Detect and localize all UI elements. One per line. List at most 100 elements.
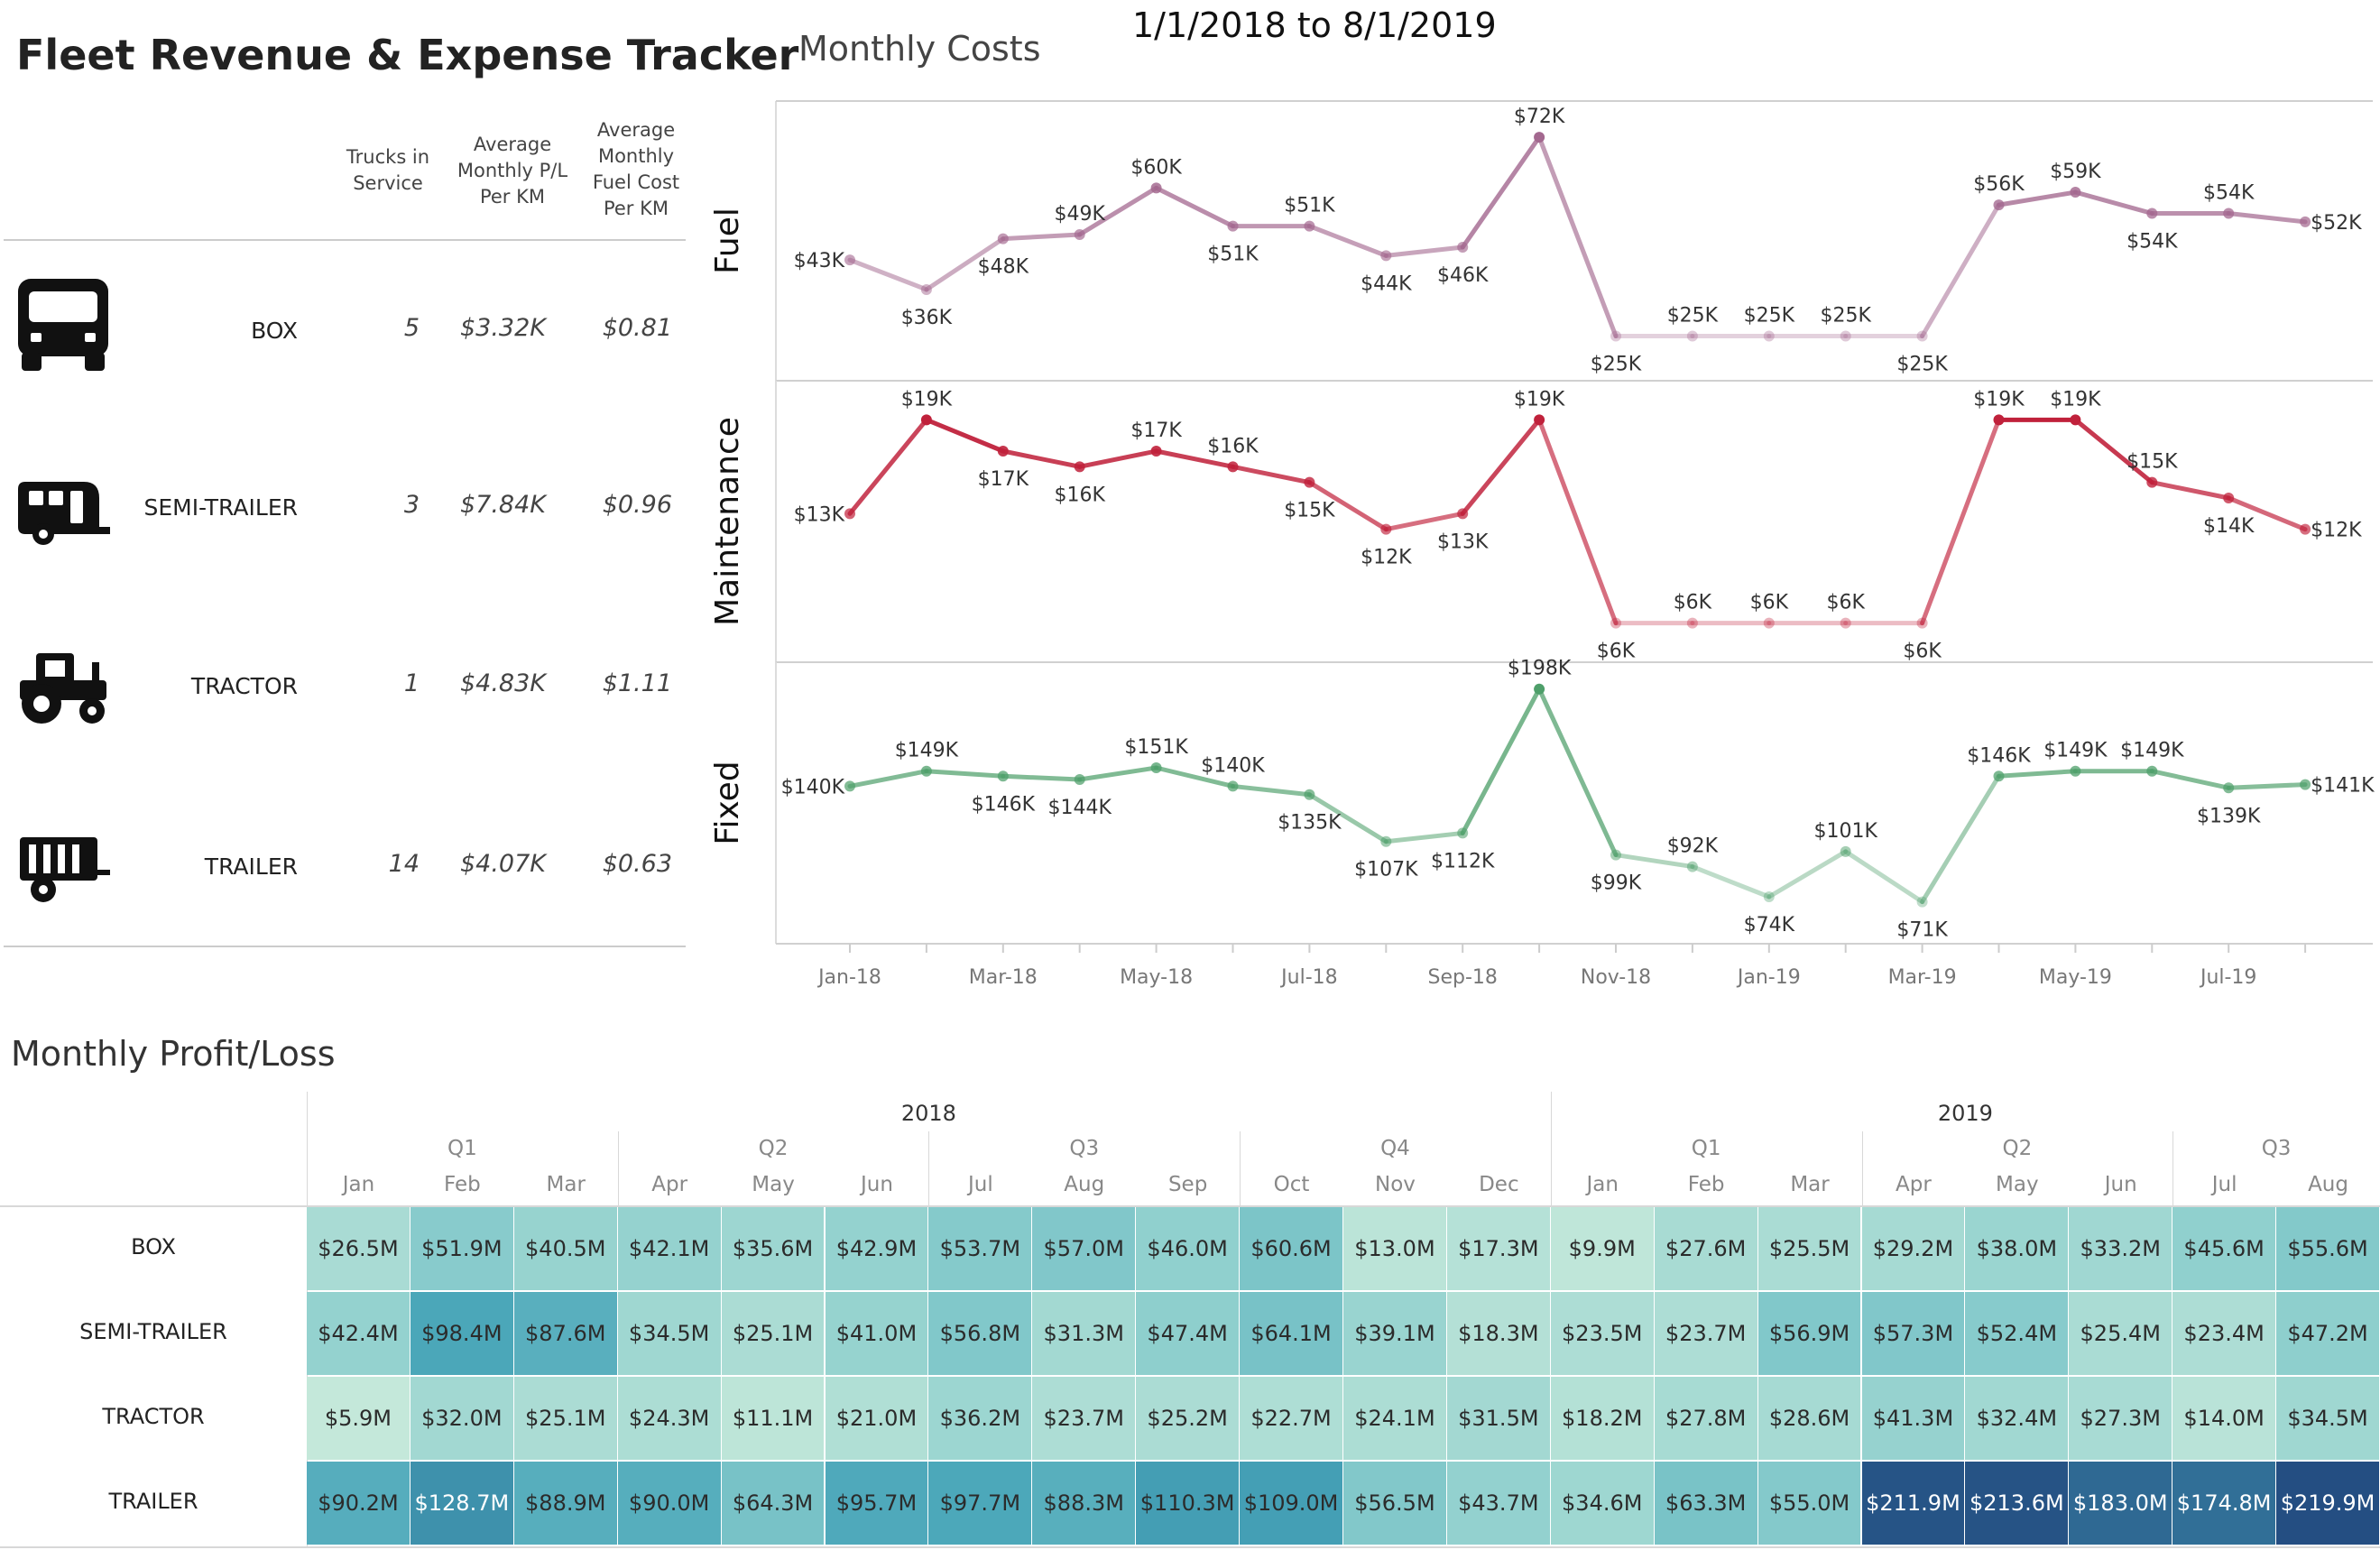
heatmap-row-label: SEMI-TRAILER (79, 1319, 227, 1344)
heatmap-cell[interactable]: $39.1M (1343, 1292, 1446, 1375)
heatmap-cell[interactable]: $25.2M (1136, 1377, 1240, 1460)
fleet-row[interactable]: TRACTOR 1 $4.83K $1.11 (0, 632, 686, 740)
fleet-row[interactable]: TRAILER 14 $4.07K $0.63 (0, 812, 686, 920)
heatmap-cell[interactable]: $42.4M (307, 1292, 410, 1375)
heatmap-cell[interactable]: $90.0M (617, 1462, 721, 1545)
data-point (1534, 683, 1545, 695)
heatmap-cell[interactable]: $52.4M (1965, 1292, 2069, 1375)
heatmap-cell[interactable]: $32.0M (410, 1377, 513, 1460)
data-label: $25K (1591, 354, 1642, 376)
heatmap-cell[interactable]: $35.6M (721, 1207, 825, 1290)
heatmap-cell[interactable]: $42.9M (825, 1207, 928, 1290)
heatmap-cell[interactable]: $23.4M (2172, 1292, 2276, 1375)
heatmap-cell[interactable]: $55.6M (2276, 1207, 2379, 1290)
heatmap-cell[interactable]: $34.5M (617, 1292, 721, 1375)
heatmap-cell[interactable]: $22.7M (1240, 1377, 1342, 1460)
heatmap-cell[interactable]: $28.6M (1757, 1377, 1861, 1460)
heatmap-cell[interactable]: $88.3M (1032, 1462, 1136, 1545)
heatmap-cell[interactable]: $23.7M (1032, 1377, 1136, 1460)
heatmap-cell[interactable]: $40.5M (513, 1207, 617, 1290)
heatmap-cell[interactable]: $110.3M (1136, 1462, 1240, 1545)
series-line-segment (2149, 480, 2231, 501)
heatmap-cell[interactable]: $97.7M (928, 1462, 1032, 1545)
heatmap-cell[interactable]: $183.0M (2069, 1462, 2172, 1545)
heatmap-cell[interactable]: $31.5M (1446, 1377, 1550, 1460)
fleet-row[interactable]: SEMI-TRAILER 3 $7.84K $0.96 (0, 451, 686, 559)
heatmap-cell[interactable]: $64.1M (1240, 1292, 1342, 1375)
heatmap-cell[interactable]: $90.2M (307, 1462, 410, 1545)
profit-loss-heatmap[interactable]: 2018 2019 Q1 Q2 Q3 Q4 Q1 Q2 Q3 Jan Feb Mar Apr May Jun… (0, 1092, 2380, 1550)
heatmap-cell[interactable]: $13.0M (1343, 1207, 1446, 1290)
month-header: Aug (1064, 1173, 1105, 1196)
heatmap-cell[interactable]: $14.0M (2172, 1377, 2276, 1460)
heatmap-cell[interactable]: $56.9M (1757, 1292, 1861, 1375)
heatmap-cell[interactable]: $9.9M (1550, 1207, 1654, 1290)
heatmap-cell[interactable]: $27.3M (2069, 1377, 2172, 1460)
heatmap-cell[interactable]: $24.3M (617, 1377, 721, 1460)
heatmap-cell[interactable]: $87.6M (513, 1292, 617, 1375)
heatmap-cell[interactable]: $174.8M (2172, 1462, 2276, 1545)
heatmap-cell[interactable]: $95.7M (825, 1462, 928, 1545)
month-header: Jan (342, 1173, 375, 1196)
heatmap-cell[interactable]: $47.4M (1136, 1292, 1240, 1375)
heatmap-cell[interactable]: $18.3M (1446, 1292, 1550, 1375)
heatmap-cell[interactable]: $56.5M (1343, 1462, 1446, 1545)
heatmap-cell[interactable]: $25.5M (1757, 1207, 1861, 1290)
heatmap-cell[interactable]: $25.1M (513, 1377, 617, 1460)
heatmap-cell[interactable]: $5.9M (307, 1377, 410, 1460)
heatmap-cell[interactable]: $25.4M (2069, 1292, 2172, 1375)
heatmap-cell[interactable]: $27.6M (1654, 1207, 1757, 1290)
heatmap-cell[interactable]: $38.0M (1965, 1207, 2069, 1290)
fleet-row[interactable]: BOX 5 $3.32K $0.81 (0, 271, 686, 379)
heatmap-cell[interactable]: $32.4M (1965, 1377, 2069, 1460)
heatmap-cell[interactable]: $46.0M (1136, 1207, 1240, 1290)
heatmap-cell[interactable]: $26.5M (307, 1207, 410, 1290)
data-label: $72K (1514, 106, 1565, 128)
heatmap-cell[interactable]: $211.9M (1861, 1462, 1965, 1545)
data-point (2223, 493, 2235, 503)
heatmap-cell[interactable]: $57.0M (1032, 1207, 1136, 1290)
heatmap-cell[interactable]: $27.8M (1654, 1377, 1757, 1460)
heatmap-cell[interactable]: $23.7M (1654, 1292, 1757, 1375)
monthly-costs-chart[interactable]: Fuel $43K $36K $48K $49K $60K $51K $51K $44K $46K… (704, 90, 2380, 992)
heatmap-cell[interactable]: $36.2M (928, 1377, 1032, 1460)
heatmap-cell[interactable]: $60.6M (1240, 1207, 1342, 1290)
heatmap-cell[interactable]: $33.2M (2069, 1207, 2172, 1290)
heatmap-cell[interactable]: $219.9M (2276, 1462, 2379, 1545)
heatmap-cell[interactable]: $34.6M (1550, 1462, 1654, 1545)
heatmap-cell[interactable]: $11.1M (721, 1377, 825, 1460)
heatmap-cell[interactable]: $43.7M (1446, 1462, 1550, 1545)
heatmap-cell[interactable]: $45.6M (2172, 1207, 2276, 1290)
data-label: $56K (1973, 173, 2025, 196)
heatmap-cell[interactable]: $41.3M (1861, 1377, 1965, 1460)
heatmap-cell[interactable]: $213.6M (1965, 1462, 2069, 1545)
heatmap-cell[interactable]: $47.2M (2276, 1292, 2379, 1375)
heatmap-cell[interactable]: $23.5M (1550, 1292, 1654, 1375)
heatmap-cell[interactable]: $42.1M (617, 1207, 721, 1290)
heatmap-cell[interactable]: $24.1M (1343, 1377, 1446, 1460)
heatmap-cell[interactable]: $51.9M (410, 1207, 513, 1290)
heatmap-cell[interactable]: $29.2M (1861, 1207, 1965, 1290)
heatmap-cell[interactable]: $128.7M (410, 1462, 513, 1545)
heatmap-cell[interactable]: $55.0M (1757, 1462, 1861, 1545)
heatmap-cell[interactable]: $63.3M (1654, 1462, 1757, 1545)
heatmap-cell[interactable]: $31.3M (1032, 1292, 1136, 1375)
heatmap-cell[interactable]: $18.2M (1550, 1377, 1654, 1460)
data-point (1227, 461, 1239, 473)
data-label: $6K (1674, 592, 1712, 614)
heatmap-cell[interactable]: $57.3M (1861, 1292, 1965, 1375)
heatmap-cell[interactable]: $41.0M (825, 1292, 928, 1375)
heatmap-cell[interactable]: $25.1M (721, 1292, 825, 1375)
heatmap-cell[interactable]: $17.3M (1446, 1207, 1550, 1290)
heatmap-cell[interactable]: $53.7M (928, 1207, 1032, 1290)
heatmap-cell[interactable]: $56.8M (928, 1292, 1032, 1375)
heatmap-cell[interactable]: $98.4M (410, 1292, 513, 1375)
heatmap-cell[interactable]: $109.0M (1240, 1462, 1342, 1545)
data-label: $107K (1354, 859, 1418, 881)
trucks-in-service: 14 (388, 850, 420, 878)
heatmap-cell[interactable]: $88.9M (513, 1462, 617, 1545)
heatmap-cell[interactable]: $21.0M (825, 1377, 928, 1460)
data-label: $17K (978, 468, 1029, 491)
heatmap-cell[interactable]: $34.5M (2276, 1377, 2379, 1460)
heatmap-cell[interactable]: $64.3M (721, 1462, 825, 1545)
